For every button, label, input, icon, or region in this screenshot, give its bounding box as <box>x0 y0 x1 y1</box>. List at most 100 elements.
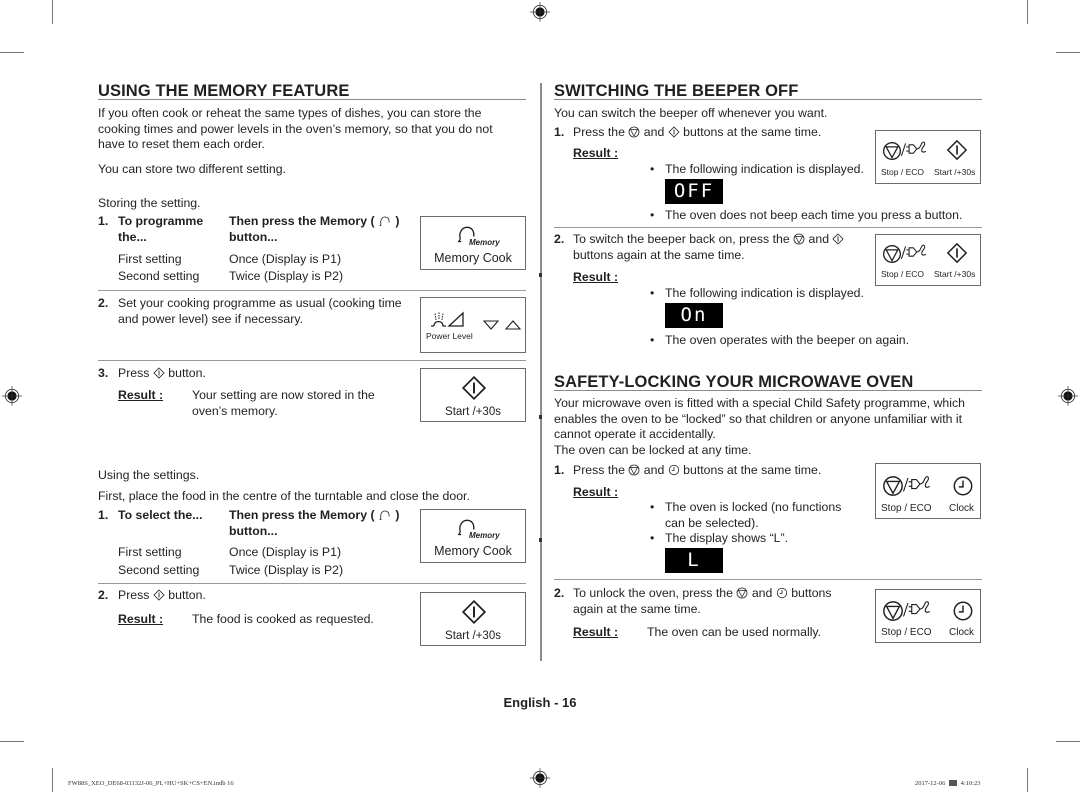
result-label: Result : <box>573 625 619 639</box>
table-row: Once (Display is P1) <box>229 545 342 559</box>
table-header-select: To select the... <box>118 508 203 522</box>
heading-underline <box>98 99 526 100</box>
step-text: Press button. <box>118 366 206 380</box>
heading-beeper-off: SWITCHING THE BEEPER OFF <box>554 82 799 100</box>
beeper-intro: You can switch the beeper off whenever y… <box>554 106 828 120</box>
start-icon <box>832 233 844 245</box>
stop-icon <box>793 233 805 245</box>
result-text: The food is cooked as requested. <box>192 612 374 626</box>
eco-icon <box>900 140 928 158</box>
store-two-text: You can store two different setting. <box>98 162 286 176</box>
power-level-icon <box>431 311 464 327</box>
bullet-item: The following indication is displayed. <box>650 286 864 302</box>
step-number: 2. <box>98 588 109 602</box>
stop-icon <box>628 464 640 476</box>
table-row: Once (Display is P1) <box>229 252 342 266</box>
registration-mark-icon <box>530 768 550 788</box>
table-row: Twice (Display is P2) <box>229 269 344 283</box>
step-number: 1. <box>98 214 109 228</box>
arrow-up-icon <box>505 320 521 330</box>
result-text: Your setting are now stored in the oven’… <box>192 388 375 418</box>
eco-icon <box>900 243 928 261</box>
step-divider <box>98 583 526 584</box>
stop-icon <box>882 475 904 497</box>
footer-ampm-glyph <box>948 780 957 786</box>
step-text: Press the and buttons at the same time. <box>573 463 822 477</box>
start-icon <box>668 126 680 138</box>
step-number: 2. <box>554 232 565 246</box>
page-number: English - 16 <box>503 695 577 710</box>
result-label: Result : <box>573 485 619 499</box>
clock-icon <box>952 475 974 497</box>
lock-intro: Your microwave oven is fitted with a spe… <box>554 396 965 457</box>
using-label: Using the settings. <box>98 468 200 482</box>
memory-cook-button-panel: Memory Memory Cook <box>420 216 526 270</box>
table-header-programme: To programme the... <box>118 214 204 244</box>
crop-mark <box>0 741 24 742</box>
stop-start-button-panel: Stop / ECO Start /+30s <box>875 130 981 184</box>
start-label: Start /+30s <box>934 269 976 279</box>
stop-start-button-panel: Stop / ECO Start /+30s <box>875 234 981 286</box>
clock-icon <box>952 600 974 622</box>
clock-icon <box>668 464 680 476</box>
clock-label: Clock <box>949 627 975 638</box>
step-number: 2. <box>554 586 565 600</box>
start-icon <box>153 589 165 601</box>
table-header-press: Then press the Memory ( ) button... <box>229 214 400 244</box>
display-lock: L <box>665 548 723 573</box>
crop-mark <box>1027 0 1028 24</box>
start-label: Start /+30s <box>445 406 501 418</box>
display-off: OFF <box>665 179 723 204</box>
memory-intro: If you often cook or reheat the same typ… <box>98 106 493 151</box>
step-divider <box>554 227 982 228</box>
using-intro: First, place the food in the centre of t… <box>98 489 470 503</box>
result-label: Result : <box>118 612 164 626</box>
heading-underline <box>554 99 982 100</box>
bullet-item: The oven does not beep each time you pre… <box>650 208 962 224</box>
result-text: The oven can be used normally. <box>647 625 822 639</box>
display-on: On <box>665 303 723 328</box>
bullet-item: The oven operates with the beeper on aga… <box>650 333 909 349</box>
clock-icon <box>776 587 788 599</box>
memory-cook-label: Memory Cook <box>434 251 512 265</box>
stop-icon <box>882 600 904 622</box>
start-icon <box>153 367 165 379</box>
column-tick <box>539 415 542 419</box>
stop-clock-button-panel: Stop / ECO Clock <box>875 463 981 519</box>
arrow-down-icon <box>483 320 499 330</box>
heading-underline <box>554 390 982 391</box>
stop-clock-button-panel: Stop / ECO Clock <box>875 589 981 643</box>
table-row: First setting <box>118 545 182 559</box>
column-divider <box>540 83 542 661</box>
registration-mark-icon <box>530 2 550 22</box>
memory-icon <box>378 509 392 521</box>
result-label: Result : <box>118 388 164 402</box>
crop-mark <box>1056 741 1080 742</box>
step-text: Set your cooking programme as usual (coo… <box>118 296 402 326</box>
eco-icon <box>902 474 932 494</box>
bullet-item: The following indication is displayed. <box>650 162 864 178</box>
stop-icon <box>736 587 748 599</box>
step-divider <box>98 360 526 361</box>
start-icon <box>946 139 968 161</box>
step-text: Press the and buttons at the same time. <box>573 125 822 139</box>
start-label: Start /+30s <box>934 167 976 177</box>
footer-timestamp: 2017-12-06 4:10:23 <box>915 780 981 787</box>
table-row: Second setting <box>118 269 200 283</box>
table-row: Twice (Display is P2) <box>229 563 344 577</box>
crop-mark <box>1027 768 1028 792</box>
stop-icon <box>882 141 902 161</box>
step-text: Press button. <box>118 588 206 602</box>
step-number: 1. <box>554 463 565 477</box>
stop-eco-label: Stop / ECO <box>881 167 924 177</box>
memory-icon <box>378 215 392 227</box>
stop-eco-label: Stop / ECO <box>881 627 932 638</box>
start-icon <box>461 375 487 401</box>
crop-mark <box>52 0 53 24</box>
power-level-label: Power Level <box>426 331 473 341</box>
result-label: Result : <box>573 146 619 160</box>
memory-cook-label: Memory Cook <box>434 544 512 558</box>
table-row: First setting <box>118 252 182 266</box>
bullet-item: The oven is locked (no functions can be … <box>650 500 841 531</box>
stop-icon <box>882 244 902 264</box>
